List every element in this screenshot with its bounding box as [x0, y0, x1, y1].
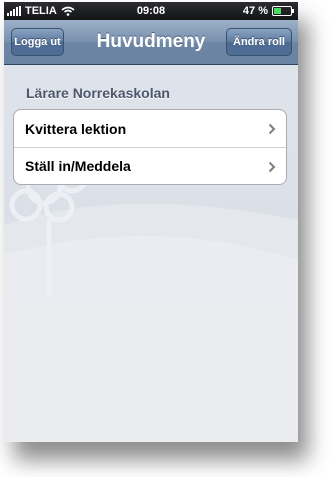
menu-item-label: Kvittera lektion	[25, 120, 127, 137]
menu-item-label: Ställ in/Meddela	[25, 158, 131, 174]
status-right: 47 %	[242, 5, 294, 17]
menu-item-kvittera-lektion[interactable]: Kvittera lektion	[14, 110, 286, 147]
phone-screen: TELIA 09:08 47 % Logga ut Huvudmeny Ändr…	[4, 2, 298, 442]
change-role-button[interactable]: Ändra roll	[226, 28, 292, 56]
status-bar: TELIA 09:08 47 %	[4, 2, 298, 20]
menu-item-stall-in-meddela[interactable]: Ställ in/Meddela	[14, 147, 286, 184]
battery-icon	[272, 6, 294, 16]
battery-percent: 47 %	[242, 5, 268, 17]
section-header: Lärare Norrekaskolan	[26, 85, 170, 101]
menu-group: Kvittera lektion Ställ in/Meddela	[13, 109, 287, 185]
chevron-right-icon	[268, 161, 276, 173]
background-decoration	[4, 165, 298, 442]
navigation-bar: Logga ut Huvudmeny Ändra roll	[4, 20, 298, 65]
chevron-right-icon	[268, 123, 276, 135]
main-content: Lärare Norrekaskolan Kvittera lektion St…	[4, 65, 298, 442]
